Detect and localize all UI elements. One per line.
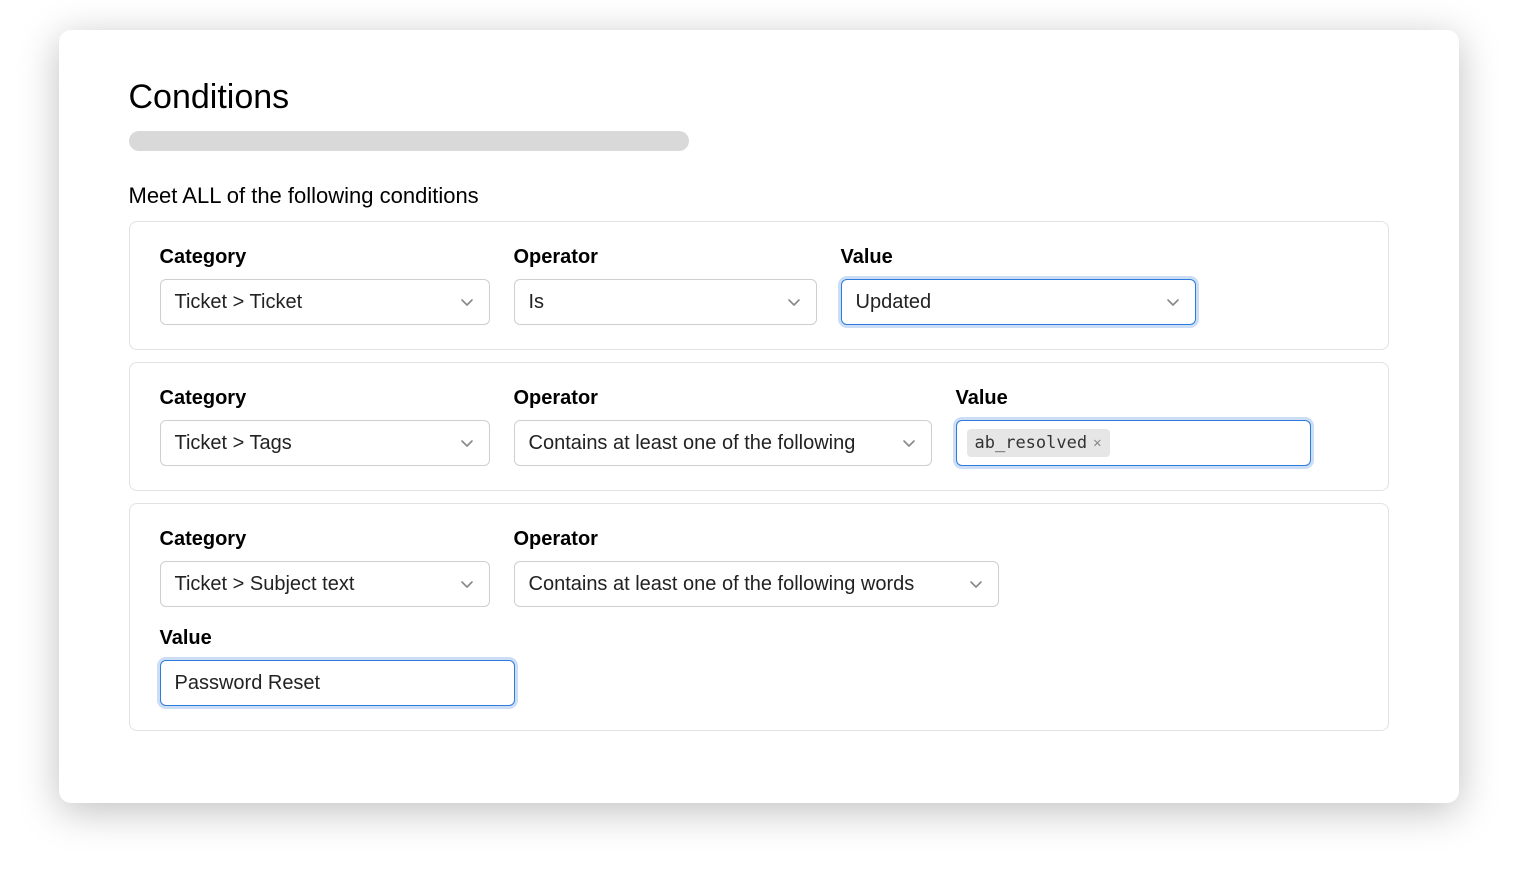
- operator-select-text: Contains at least one of the following w…: [529, 573, 958, 596]
- operator-field: Operator Contains at least one of the fol…: [514, 387, 932, 466]
- page-title: Conditions: [129, 78, 1389, 117]
- value-field: Value Updated: [841, 246, 1196, 325]
- value-field: Value ab_resolved ✕: [956, 387, 1311, 466]
- operator-select[interactable]: Contains at least one of the following w…: [514, 561, 999, 607]
- operator-field: Operator Is: [514, 246, 817, 325]
- chevron-down-icon: [1165, 294, 1181, 310]
- value-text-input[interactable]: [175, 672, 500, 695]
- operator-label: Operator: [514, 528, 999, 551]
- category-field: Category Ticket > Ticket: [160, 246, 490, 325]
- value-label: Value: [841, 246, 1196, 269]
- tag-chip-label: ab_resolved: [975, 433, 1088, 453]
- chevron-down-icon: [459, 435, 475, 451]
- category-select-text: Ticket > Ticket: [175, 291, 449, 314]
- value-label: Value: [956, 387, 1311, 410]
- category-select[interactable]: Ticket > Subject text: [160, 561, 490, 607]
- operator-select-text: Contains at least one of the following: [529, 432, 891, 455]
- section-subtitle: Meet ALL of the following conditions: [129, 183, 1389, 209]
- chevron-down-icon: [459, 576, 475, 592]
- condition-row: Category Ticket > Ticket Operator Is Value Up…: [129, 221, 1389, 350]
- value-text-input-wrapper: [160, 660, 515, 706]
- operator-field: Operator Contains at least one of the fol…: [514, 528, 999, 607]
- value-label: Value: [160, 627, 1358, 650]
- operator-select-text: Is: [529, 291, 776, 314]
- value-tag-input[interactable]: ab_resolved ✕: [956, 420, 1311, 466]
- category-field: Category Ticket > Tags: [160, 387, 490, 466]
- description-placeholder: [129, 131, 689, 151]
- category-label: Category: [160, 246, 490, 269]
- chevron-down-icon: [901, 435, 917, 451]
- chevron-down-icon: [786, 294, 802, 310]
- conditions-panel: Conditions Meet ALL of the following con…: [59, 30, 1459, 803]
- condition-row: Category Ticket > Subject text Operator Con…: [129, 503, 1389, 731]
- value-select-text: Updated: [856, 291, 1155, 314]
- chevron-down-icon: [459, 294, 475, 310]
- remove-tag-icon[interactable]: ✕: [1093, 435, 1101, 451]
- operator-select[interactable]: Is: [514, 279, 817, 325]
- category-label: Category: [160, 528, 490, 551]
- operator-label: Operator: [514, 246, 817, 269]
- category-label: Category: [160, 387, 490, 410]
- tag-chip: ab_resolved ✕: [967, 429, 1110, 457]
- condition-row: Category Ticket > Tags Operator Contains at…: [129, 362, 1389, 491]
- chevron-down-icon: [968, 576, 984, 592]
- operator-label: Operator: [514, 387, 932, 410]
- category-select[interactable]: Ticket > Ticket: [160, 279, 490, 325]
- category-select-text: Ticket > Subject text: [175, 573, 449, 596]
- category-field: Category Ticket > Subject text: [160, 528, 490, 607]
- operator-select[interactable]: Contains at least one of the following: [514, 420, 932, 466]
- value-field: Value: [160, 627, 1358, 706]
- value-select[interactable]: Updated: [841, 279, 1196, 325]
- category-select[interactable]: Ticket > Tags: [160, 420, 490, 466]
- category-select-text: Ticket > Tags: [175, 432, 449, 455]
